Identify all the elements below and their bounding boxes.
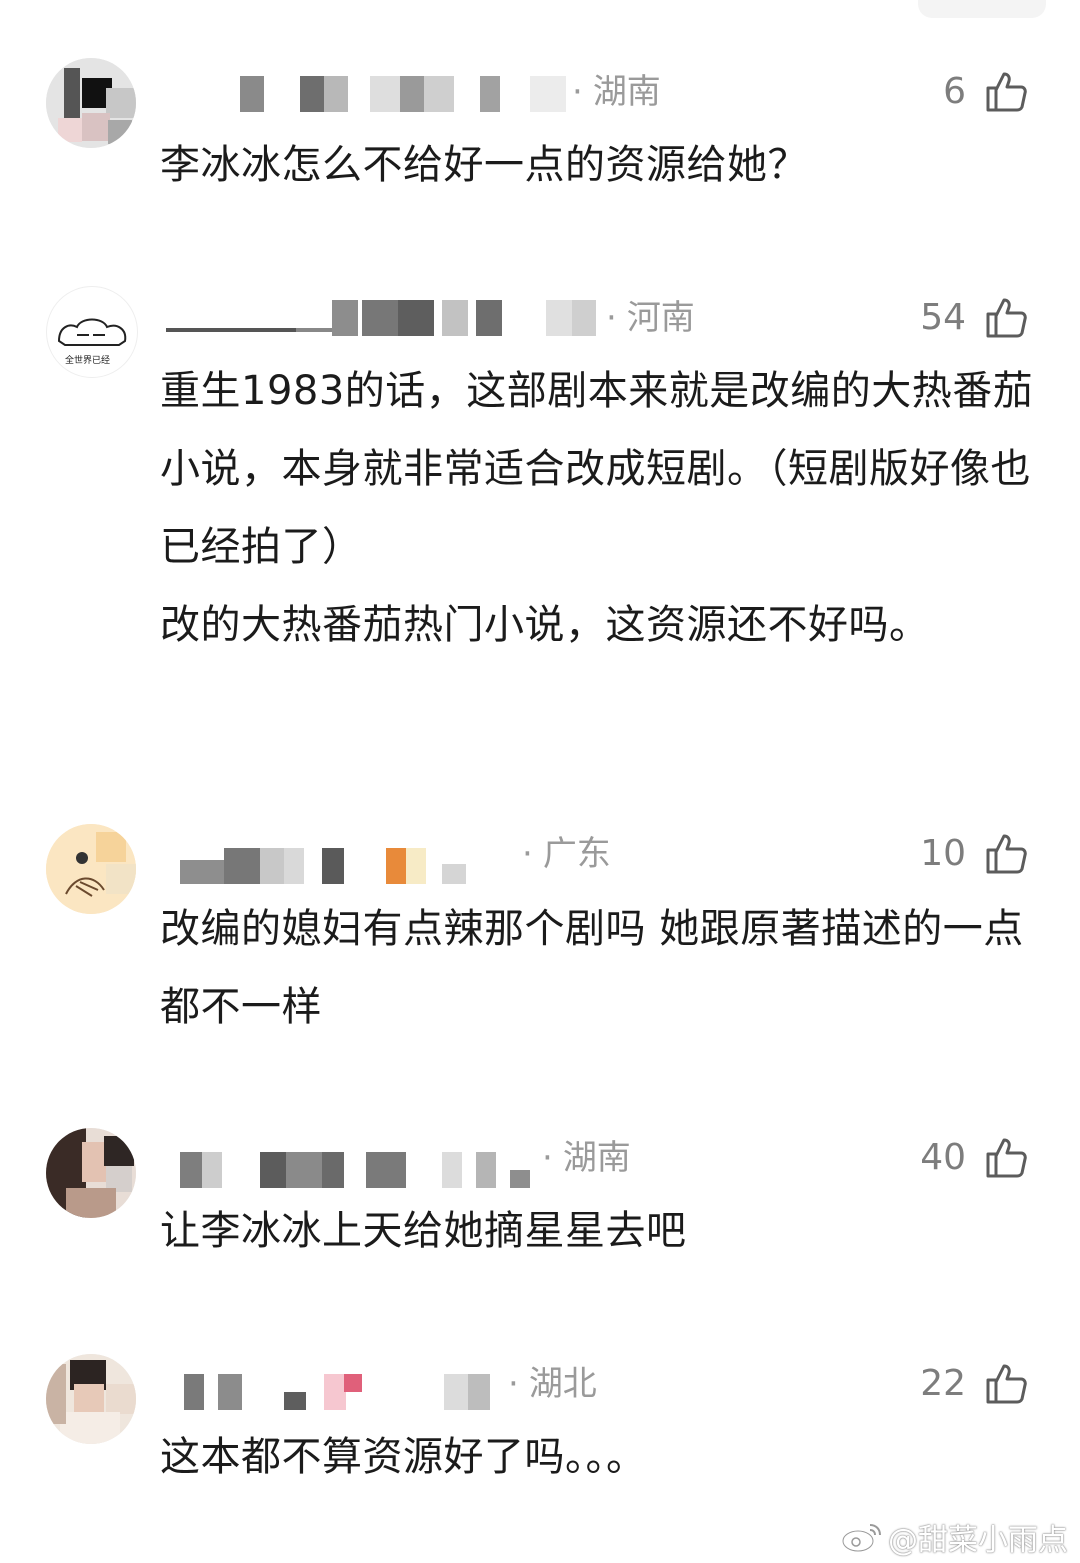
username-mosaic[interactable] xyxy=(180,848,520,884)
comment-text: 这本都不算资源好了吗。。。 xyxy=(160,1434,647,1480)
like-button[interactable]: 10 xyxy=(920,828,1030,880)
like-button[interactable]: 22 xyxy=(920,1358,1030,1410)
username-mosaic[interactable] xyxy=(184,1374,514,1410)
avatar-mosaic xyxy=(46,1354,136,1444)
like-count: 10 xyxy=(920,833,966,874)
svg-text:全世界已经: 全世界已经 xyxy=(65,354,110,366)
comment-location: · 河南 xyxy=(606,298,695,338)
like-count: 6 xyxy=(943,71,966,112)
user-avatar[interactable] xyxy=(46,1128,136,1218)
like-count: 54 xyxy=(920,297,966,338)
avatar-mosaic xyxy=(46,824,136,914)
username-mosaic[interactable] xyxy=(166,300,606,336)
avatar-sketch-icon: 全世界已经 xyxy=(57,318,127,366)
username-mosaic[interactable] xyxy=(240,76,570,112)
like-button[interactable]: 40 xyxy=(920,1132,1030,1184)
top-search-pill[interactable] xyxy=(918,0,1046,18)
thumbs-up-icon xyxy=(986,1364,1027,1404)
thumbs-up-icon xyxy=(986,72,1027,112)
thumbs-up-icon xyxy=(986,1138,1027,1178)
thumbs-up-icon xyxy=(986,834,1027,874)
like-count: 40 xyxy=(920,1137,966,1178)
like-count: 22 xyxy=(920,1363,966,1404)
comment-location: · 广东 xyxy=(522,834,611,874)
like-button[interactable]: 54 xyxy=(920,292,1030,344)
watermark-text: @甜菜小雨点 xyxy=(888,1523,1068,1558)
comment-location: · 湖南 xyxy=(572,72,661,112)
weibo-watermark: @甜菜小雨点 xyxy=(840,1515,1068,1559)
avatar-mosaic: 全世界已经 xyxy=(47,287,137,377)
user-avatar[interactable]: 全世界已经 xyxy=(46,286,138,378)
weibo-logo-icon xyxy=(841,1524,881,1553)
thumbs-up-icon xyxy=(986,298,1027,338)
avatar-mosaic xyxy=(46,58,136,148)
username-mosaic[interactable] xyxy=(180,1152,540,1188)
comment-location: · 湖南 xyxy=(542,1138,631,1178)
avatar-sketch-icon xyxy=(65,852,105,897)
comment-text: 重生1983的话，这部剧本来就是改编的大热番茄小说，本身就非常适合改成短剧。（短… xyxy=(160,368,1034,648)
comment-text: 改编的媳妇有点辣那个剧吗 她跟原著描述的一点都不一样 xyxy=(160,906,1024,1030)
like-button[interactable]: 6 xyxy=(943,66,1030,118)
avatar-mosaic xyxy=(46,1128,136,1218)
comment-text: 李冰冰怎么不给好一点的资源给她？ xyxy=(160,142,808,188)
user-avatar[interactable] xyxy=(46,58,136,148)
user-avatar[interactable] xyxy=(46,1354,136,1444)
comment-location: · 湖北 xyxy=(508,1364,597,1404)
user-avatar[interactable] xyxy=(46,824,136,914)
comment-text: 让李冰冰上天给她摘星星去吧 xyxy=(160,1208,687,1254)
